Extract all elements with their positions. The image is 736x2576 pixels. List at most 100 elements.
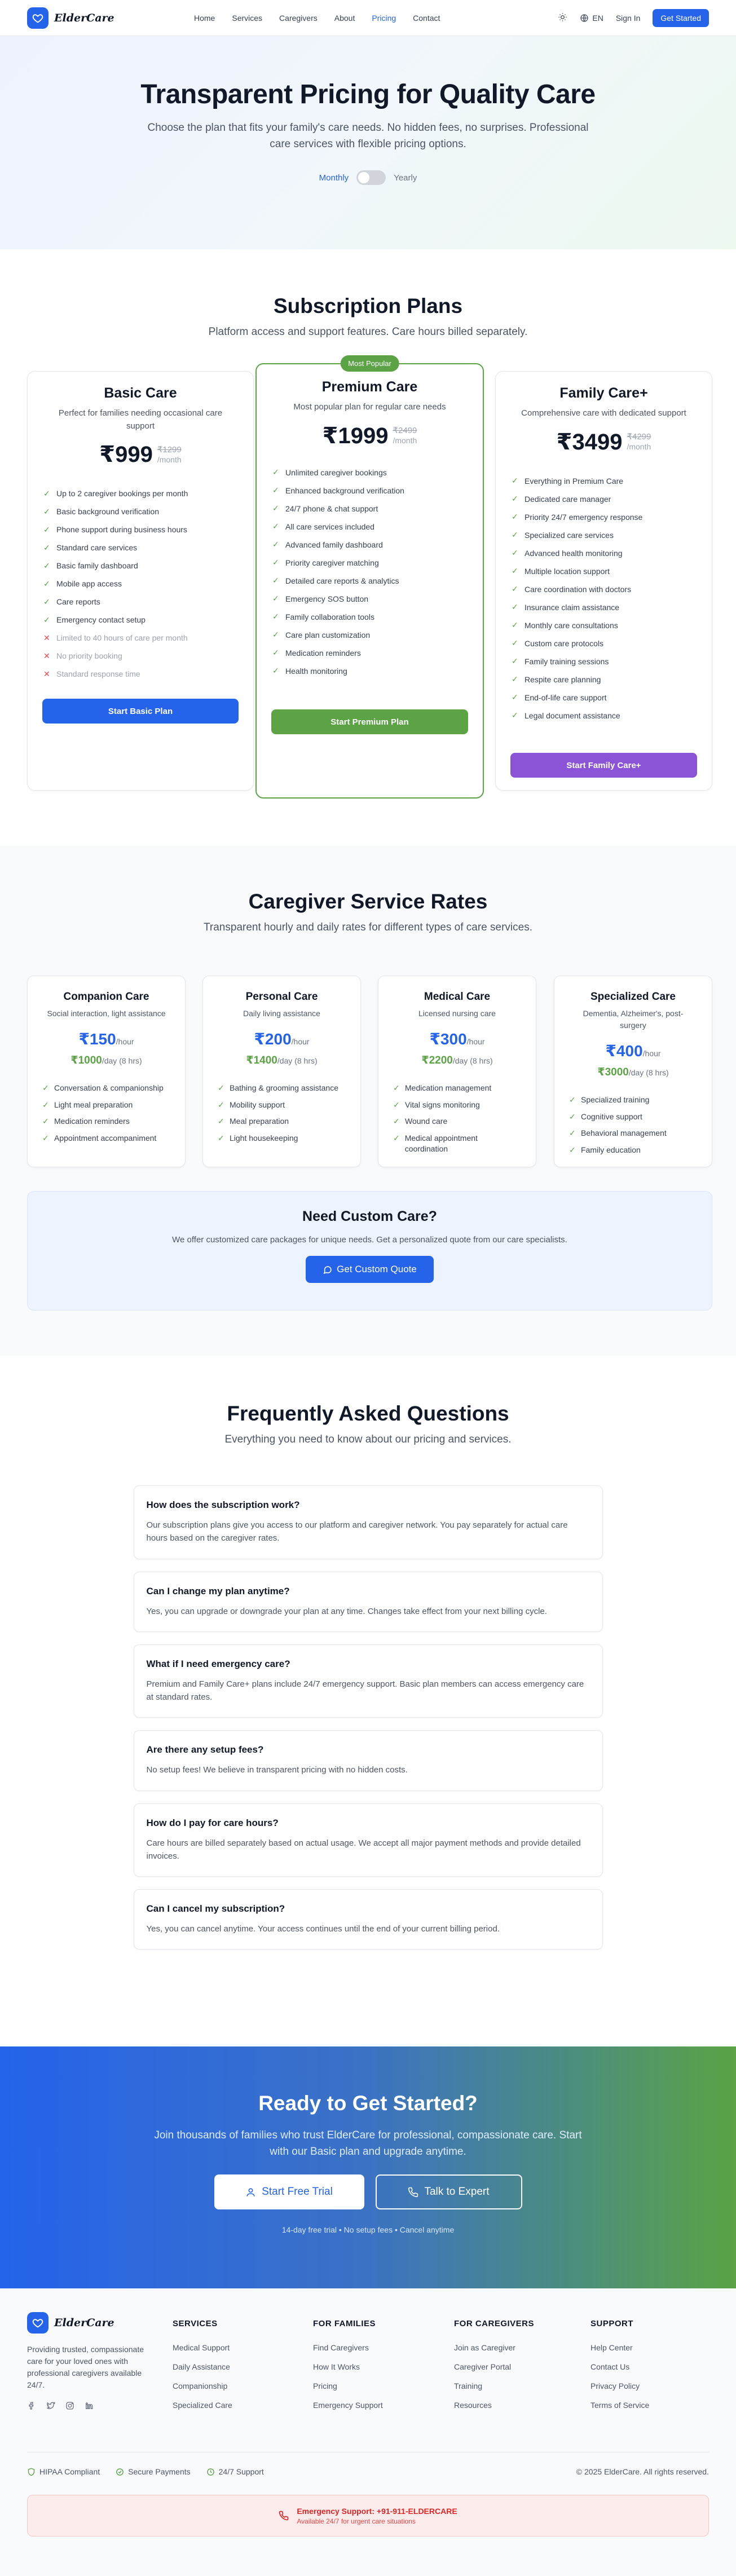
twitter-icon[interactable]	[46, 2401, 55, 2410]
rate-feature-text: Cognitive support	[581, 1111, 642, 1121]
instagram-icon[interactable]	[65, 2401, 74, 2410]
check-icon: ✓	[393, 1133, 400, 1143]
feature-item: ✓ Monthly care consultations	[512, 616, 712, 634]
faq-item[interactable]: Are there any setup fees? No setup fees! …	[133, 1730, 603, 1791]
footer-link[interactable]: Caregiver Portal	[454, 2362, 534, 2371]
footer-col-title: FOR CAREGIVERS	[454, 2319, 535, 2328]
nav-link-caregivers[interactable]: Caregivers	[279, 14, 318, 23]
price-period: /month	[157, 455, 182, 464]
plan-description: Most popular plan for regular care needs	[293, 402, 446, 412]
hourly-unit: /hour	[291, 1037, 310, 1046]
talk-to-expert-button[interactable]: Talk to Expert	[375, 2174, 522, 2209]
footer-link[interactable]: How It Works	[313, 2362, 383, 2371]
sun-icon[interactable]	[558, 12, 567, 24]
footer-link[interactable]: Daily Assistance	[173, 2362, 232, 2371]
sign-in-link[interactable]: Sign In	[616, 14, 641, 23]
rate-feature-item: ✓ Meal preparation	[218, 1116, 342, 1127]
check-icon: ✓	[218, 1100, 224, 1109]
check-icon: ✓	[272, 594, 279, 603]
faq-item[interactable]: How do I pay for care hours? Care hours a…	[133, 1803, 603, 1877]
yearly-label[interactable]: Yearly	[394, 173, 417, 183]
feature-item: ✓ Multiple location support	[512, 562, 712, 580]
monthly-label[interactable]: Monthly	[319, 173, 349, 183]
footer-link[interactable]: Find Caregivers	[313, 2343, 383, 2352]
start-free-trial-button[interactable]: Start Free Trial	[214, 2174, 364, 2209]
top-nav: ElderCare Home Services Caregivers About…	[0, 0, 736, 36]
plan-name: Premium Care	[321, 379, 418, 395]
check-icon: ✓	[512, 602, 518, 611]
nav-link-pricing[interactable]: Pricing	[372, 14, 396, 23]
faq-item[interactable]: Can I change my plan anytime? Yes, you ca…	[133, 1571, 603, 1632]
faq-item[interactable]: Can I cancel my subscription? Yes, you ca…	[133, 1889, 603, 1950]
rate-feature-text: Light meal preparation	[54, 1100, 133, 1109]
check-icon: ✓	[512, 620, 518, 629]
rate-name: Specialized Care	[590, 991, 676, 1003]
feature-item: ✓ Family collaboration tools	[272, 608, 483, 626]
feature-text: Respite care planning	[525, 674, 601, 684]
faq-question: How does the subscription work?	[146, 1499, 300, 1510]
get-started-button[interactable]: Get Started	[653, 8, 709, 27]
footer-link[interactable]: Privacy Policy	[590, 2381, 649, 2390]
nav-link-contact[interactable]: Contact	[413, 14, 440, 23]
faq-item[interactable]: What if I need emergency care? Premium an…	[133, 1644, 603, 1718]
feature-item: ✓ Detailed care reports & analytics	[272, 572, 483, 590]
footer-logo[interactable]: ElderCare	[27, 2312, 146, 2334]
feature-item: ✓ Advanced family dashboard	[272, 536, 483, 554]
check-icon: ✓	[43, 542, 50, 552]
rate-feature-text: Behavioral management	[581, 1128, 667, 1138]
get-custom-quote-button[interactable]: Get Custom Quote	[306, 1256, 434, 1283]
feature-text: Monthly care consultations	[525, 620, 618, 630]
nav-link-about[interactable]: About	[334, 14, 355, 23]
check-icon: ✓	[512, 656, 518, 665]
plan-price: ₹999 ₹1299 /month	[28, 442, 253, 467]
facebook-icon[interactable]	[27, 2401, 36, 2410]
hero-subtitle: Choose the plan that fits your family's …	[147, 122, 589, 150]
start-free-trial-label: Start Free Trial	[262, 2186, 333, 2198]
footer-brand-name: ElderCare	[54, 2317, 114, 2329]
footer-link[interactable]: Help Center	[590, 2343, 649, 2352]
footer-link[interactable]: Training	[454, 2381, 534, 2390]
faq-item[interactable]: How does the subscription work? Our subsc…	[133, 1485, 603, 1559]
footer-link[interactable]: Pricing	[313, 2381, 383, 2390]
cta-buttons: Start Free Trial Talk to Expert	[0, 2174, 736, 2209]
feature-text: Unlimited caregiver bookings	[285, 467, 387, 477]
footer-link[interactable]: Resources	[454, 2401, 534, 2410]
rate-feature-item: ✓ Medication management	[393, 1083, 517, 1094]
feature-text: Care plan customization	[285, 630, 371, 639]
footer-link[interactable]: Terms of Service	[590, 2401, 649, 2410]
footer-link[interactable]: Join as Caregiver	[454, 2343, 534, 2352]
feature-item: ✓ Everything in Premium Care	[512, 472, 712, 490]
feature-text: Multiple location support	[525, 566, 610, 576]
trust-badges: HIPAA Compliant Secure Payments 24/7 Sup…	[27, 2467, 264, 2476]
brand-logo[interactable]: ElderCare	[27, 7, 114, 29]
nav-link-home[interactable]: Home	[194, 14, 215, 23]
feature-text: Health monitoring	[285, 666, 347, 676]
language-selector[interactable]: EN	[580, 14, 603, 23]
rate-feature-item: ✓ Mobility support	[218, 1100, 342, 1111]
linkedin-icon[interactable]	[85, 2401, 94, 2410]
check-icon: ✓	[272, 630, 279, 639]
check-icon: ✓	[569, 1145, 576, 1154]
check-icon: ✓	[272, 522, 279, 531]
feature-text: Emergency contact setup	[56, 615, 146, 624]
footer-link[interactable]: Medical Support	[173, 2343, 232, 2352]
footer-link[interactable]: Companionship	[173, 2381, 232, 2390]
rate-feature-list: ✓ Medication management ✓ Vital signs monit…	[393, 1083, 536, 1155]
check-icon: ✓	[512, 584, 518, 593]
feature-text: Advanced family dashboard	[285, 540, 383, 549]
footer-col-title: SUPPORT	[590, 2319, 634, 2328]
footer-link[interactable]: Contact Us	[590, 2362, 649, 2371]
trust-label: Secure Payments	[128, 2467, 191, 2476]
feature-text: Limited to 40 hours of care per month	[56, 633, 188, 642]
start-premium-plan-button[interactable]: Start Premium Plan	[271, 709, 468, 734]
social-links	[27, 2401, 146, 2410]
billing-switch[interactable]	[356, 170, 386, 185]
start-basic-plan-button[interactable]: Start Basic Plan	[42, 699, 239, 724]
footer-link[interactable]: Emergency Support	[313, 2401, 383, 2410]
emergency-banner[interactable]: Emergency Support: +91-911-ELDERCARE Ava…	[27, 2495, 709, 2537]
start-family-plan-button[interactable]: Start Family Care+	[510, 753, 697, 778]
language-label: EN	[592, 13, 603, 23]
nav-link-services[interactable]: Services	[232, 14, 262, 23]
trust-badge: 24/7 Support	[206, 2467, 264, 2476]
footer-link[interactable]: Specialized Care	[173, 2401, 232, 2410]
